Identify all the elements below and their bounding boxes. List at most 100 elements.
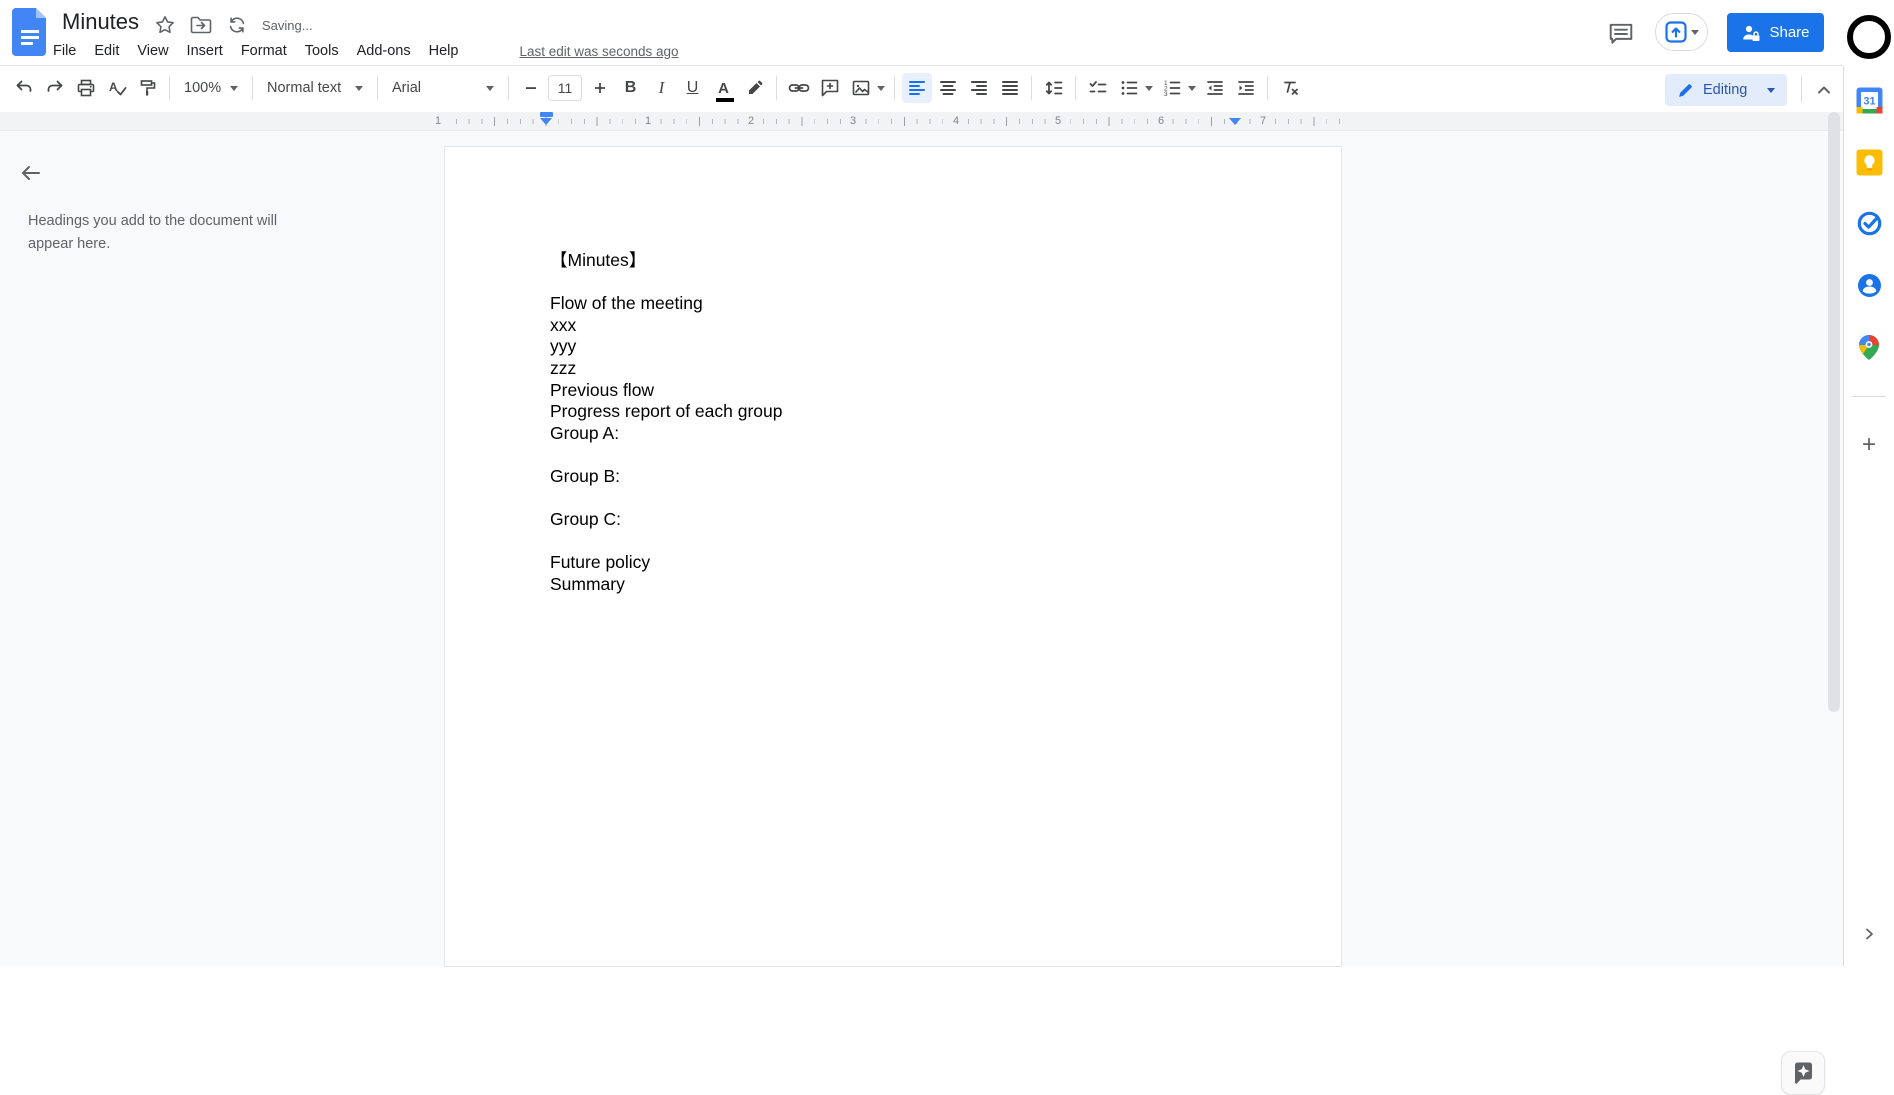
- bulleted-list-dropdown-caret[interactable]: [1145, 85, 1153, 91]
- doc-line[interactable]: zzz: [550, 358, 1240, 380]
- highlight-color-button[interactable]: [740, 73, 770, 103]
- move-to-folder-icon[interactable]: [188, 12, 214, 38]
- menu-tools[interactable]: Tools: [296, 40, 348, 62]
- editing-mode-button[interactable]: Editing: [1665, 74, 1787, 106]
- doc-line[interactable]: Group B:: [550, 466, 1240, 488]
- doc-line[interactable]: [550, 488, 1240, 510]
- google-apps-side-panel: 31 +: [1843, 66, 1894, 966]
- menu-insert[interactable]: Insert: [178, 40, 232, 62]
- paragraph-style-select[interactable]: Normal text: [259, 73, 371, 103]
- google-maps-icon[interactable]: [1855, 333, 1883, 361]
- underline-button[interactable]: U: [678, 73, 708, 103]
- doc-line[interactable]: xxx: [550, 315, 1240, 337]
- redo-button[interactable]: [40, 73, 70, 103]
- doc-line[interactable]: Future policy: [550, 552, 1240, 574]
- current-text-color-swatch: [716, 98, 735, 102]
- numbered-list-button[interactable]: 1 2 3: [1157, 73, 1187, 103]
- google-contacts-icon[interactable]: [1855, 271, 1883, 299]
- menu-addons[interactable]: Add-ons: [348, 40, 420, 62]
- document-page[interactable]: 【Minutes】 Flow of the meeting xxx yyy zz…: [444, 146, 1342, 967]
- left-indent-marker[interactable]: [540, 112, 553, 125]
- ruler-number: 4: [949, 114, 963, 128]
- google-keep-icon[interactable]: [1855, 148, 1883, 176]
- share-button[interactable]: Share: [1727, 13, 1824, 52]
- menu-format[interactable]: Format: [232, 40, 296, 62]
- hide-side-panel-button[interactable]: [1857, 922, 1881, 946]
- document-title[interactable]: Minutes: [62, 9, 139, 35]
- zoom-value: 100%: [184, 80, 222, 96]
- add-comment-button[interactable]: [815, 73, 845, 103]
- spellcheck-button[interactable]: A: [102, 73, 132, 103]
- profile-avatar[interactable]: [1847, 15, 1891, 59]
- decrease-indent-button[interactable]: [1200, 73, 1230, 103]
- numbered-list-dropdown-caret[interactable]: [1188, 85, 1196, 91]
- print-button[interactable]: [71, 73, 101, 103]
- google-calendar-icon[interactable]: 31: [1855, 86, 1883, 114]
- menu-file[interactable]: File: [44, 40, 85, 62]
- doc-line[interactable]: Flow of the meeting: [550, 293, 1240, 315]
- zoom-select[interactable]: 100%: [176, 73, 246, 103]
- undo-button[interactable]: [9, 73, 39, 103]
- sync-saving-icon[interactable]: [224, 12, 250, 38]
- present-dropdown-caret[interactable]: [1691, 29, 1699, 35]
- paint-format-button[interactable]: [133, 73, 163, 103]
- insert-image-button[interactable]: [846, 73, 876, 103]
- checklist-button[interactable]: [1083, 73, 1113, 103]
- font-family-select[interactable]: Arial: [384, 73, 502, 103]
- doc-line[interactable]: yyy: [550, 336, 1240, 358]
- menu-edit[interactable]: Edit: [85, 40, 128, 62]
- ruler-number: 2: [744, 114, 758, 128]
- close-outline-button[interactable]: [14, 156, 48, 190]
- toolbar-divider: [377, 76, 378, 100]
- decrease-font-size-button[interactable]: [516, 73, 546, 103]
- last-edit-link[interactable]: Last edit was seconds ago: [519, 44, 678, 59]
- align-center-button[interactable]: [933, 73, 963, 103]
- increase-indent-button[interactable]: [1231, 73, 1261, 103]
- doc-line[interactable]: Group A:: [550, 423, 1240, 445]
- align-right-button[interactable]: [964, 73, 994, 103]
- hide-menus-button[interactable]: [1810, 76, 1838, 104]
- pencil-icon: [1679, 83, 1692, 97]
- insert-link-button[interactable]: [784, 73, 814, 103]
- present-button[interactable]: [1655, 13, 1708, 51]
- document-text[interactable]: 【Minutes】 Flow of the meeting xxx yyy zz…: [550, 250, 1240, 596]
- bulleted-list-button[interactable]: [1114, 73, 1144, 103]
- doc-line[interactable]: Previous flow: [550, 380, 1240, 402]
- editing-mode-label: Editing: [1703, 82, 1748, 98]
- ruler-number: 5: [1051, 114, 1065, 128]
- increase-font-size-button[interactable]: [585, 73, 615, 103]
- doc-line[interactable]: 【Minutes】: [550, 250, 1240, 272]
- star-icon[interactable]: [152, 12, 178, 38]
- title-actions: Saving...: [152, 12, 313, 38]
- comment-history-icon[interactable]: [1603, 16, 1639, 52]
- text-color-button[interactable]: A: [709, 73, 739, 103]
- italic-button[interactable]: I: [647, 73, 677, 103]
- align-left-button[interactable]: [901, 73, 932, 103]
- ruler-number: 7: [1256, 114, 1270, 128]
- google-tasks-icon[interactable]: [1855, 209, 1883, 237]
- explore-button[interactable]: [1781, 1051, 1825, 1095]
- left-indent-triangle[interactable]: [540, 118, 552, 125]
- doc-line[interactable]: [550, 272, 1240, 294]
- vertical-scrollbar[interactable]: [1828, 112, 1840, 712]
- justify-button[interactable]: [995, 73, 1025, 103]
- get-addons-button[interactable]: +: [1855, 431, 1883, 459]
- menu-bar: File Edit View Insert Format Tools Add-o…: [44, 38, 679, 64]
- menu-view[interactable]: View: [128, 40, 177, 62]
- doc-line[interactable]: [550, 444, 1240, 466]
- line-spacing-button[interactable]: [1039, 73, 1069, 103]
- first-line-indent-marker[interactable]: [540, 112, 553, 117]
- toolbar-divider: [776, 76, 777, 100]
- doc-line[interactable]: Group C:: [550, 509, 1240, 531]
- svg-text:31: 31: [1863, 95, 1875, 107]
- insert-image-dropdown-caret[interactable]: [877, 85, 885, 91]
- bold-button[interactable]: B: [616, 73, 646, 103]
- doc-line[interactable]: [550, 531, 1240, 553]
- right-indent-marker[interactable]: [1229, 118, 1241, 125]
- clear-formatting-button[interactable]: [1275, 73, 1305, 103]
- docs-logo-icon[interactable]: [12, 8, 48, 56]
- menu-help[interactable]: Help: [420, 40, 468, 62]
- doc-line[interactable]: Summary: [550, 574, 1240, 596]
- font-size-input[interactable]: 11: [548, 75, 582, 101]
- doc-line[interactable]: Progress report of each group: [550, 401, 1240, 423]
